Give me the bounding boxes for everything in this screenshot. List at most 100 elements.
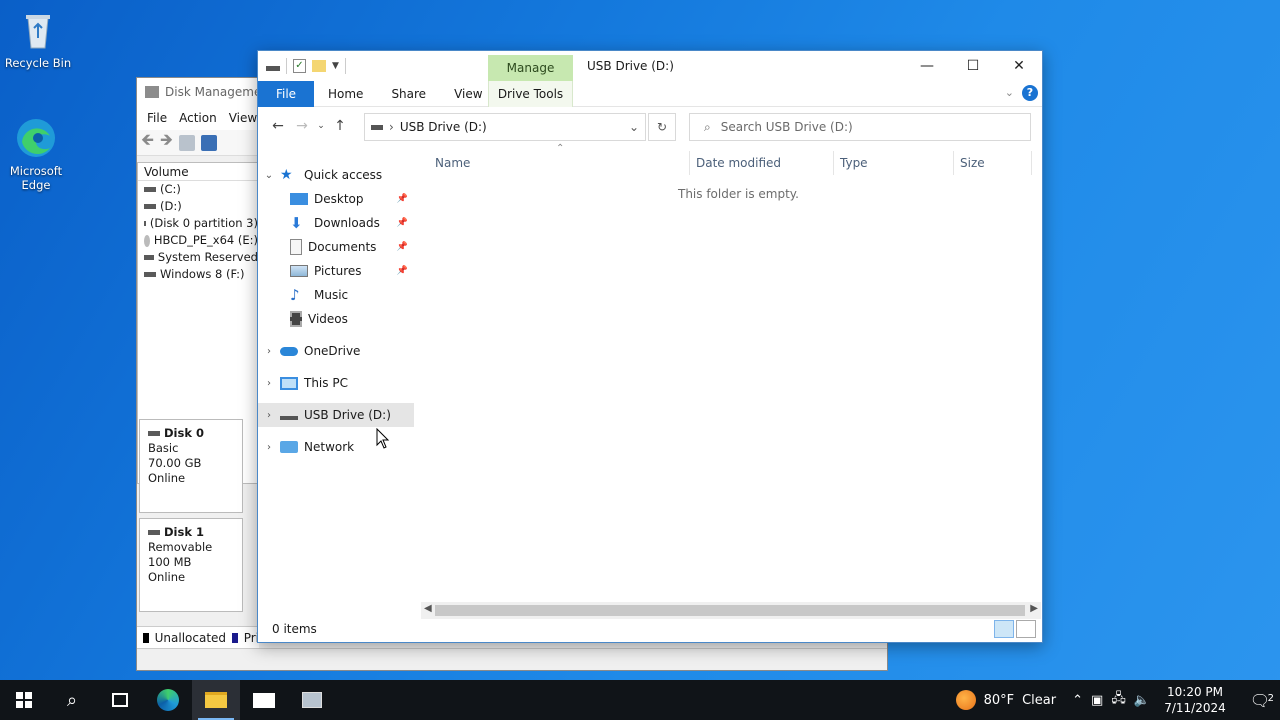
- maximize-button[interactable]: ☐: [950, 51, 996, 81]
- dm-app-icon: [145, 86, 159, 98]
- back-arrow-icon[interactable]: 🡸: [141, 129, 154, 156]
- file-explorer-window[interactable]: ✓ ▼ Manage USB Drive (D:) — ☐ ✕ File Hom…: [257, 50, 1043, 643]
- expand-chevron-icon[interactable]: ›: [258, 378, 280, 389]
- back-button[interactable]: ←: [266, 118, 290, 134]
- scrollbar-thumb[interactable]: [435, 605, 1025, 616]
- meet-now-icon[interactable]: ▣: [1091, 693, 1103, 708]
- address-box[interactable]: › USB Drive (D:) ⌄: [364, 113, 646, 141]
- disk-0-info[interactable]: Disk 0 Basic 70.00 GB Online: [139, 419, 243, 513]
- taskbar-edge[interactable]: [144, 680, 192, 720]
- help-icon[interactable]: ?: [1022, 85, 1038, 101]
- volume-row[interactable]: (C:): [138, 181, 258, 198]
- file-list-pane[interactable]: ⌃ Name Date modified Type Size This fold…: [423, 143, 1035, 607]
- volume-row[interactable]: Windows 8 (F:): [138, 266, 258, 283]
- nav-item-desktop[interactable]: Desktop 📌: [258, 187, 414, 211]
- dm-menu-action[interactable]: Action: [173, 111, 223, 125]
- window-controls: — ☐ ✕: [904, 51, 1042, 81]
- ribbon-tab-manage[interactable]: Manage: [488, 55, 573, 81]
- nav-item-documents[interactable]: Documents 📌: [258, 235, 414, 259]
- properties-checkbox-icon[interactable]: ✓: [293, 59, 306, 73]
- edge-icon: [14, 116, 58, 160]
- scroll-left-icon[interactable]: ◀: [424, 603, 432, 614]
- minimize-button[interactable]: —: [904, 51, 950, 81]
- ribbon-tab-home[interactable]: Home: [314, 81, 377, 107]
- expand-chevron-icon[interactable]: ›: [258, 442, 280, 453]
- dm-legend: Unallocated Pri: [137, 626, 259, 648]
- expand-chevron-icon[interactable]: ›: [258, 346, 280, 357]
- clock[interactable]: 10:20 PM 7/11/2024: [1158, 684, 1232, 716]
- volume-row[interactable]: System Reserved: [138, 249, 258, 266]
- notification-center-button[interactable]: 🗨 2: [1240, 691, 1280, 710]
- nav-onedrive[interactable]: › OneDrive: [258, 339, 414, 363]
- start-button[interactable]: [0, 680, 48, 720]
- up-button[interactable]: ↑: [328, 118, 352, 134]
- nav-item-music[interactable]: ♪ Music: [258, 283, 414, 307]
- customize-toolbar-icon[interactable]: ▼: [332, 61, 339, 71]
- weather-desc[interactable]: Clear: [1022, 693, 1056, 708]
- refresh-button[interactable]: ↻: [648, 113, 676, 141]
- recent-locations-icon[interactable]: ⌄: [314, 121, 328, 131]
- volume-row[interactable]: (D:): [138, 198, 258, 215]
- nav-item-pictures[interactable]: Pictures 📌: [258, 259, 414, 283]
- navigation-pane: ⌄ ★ Quick access Desktop 📌 ⬇ Downloads 📌…: [258, 159, 418, 614]
- weather-temp[interactable]: 80°F: [984, 693, 1015, 708]
- network-icon: [280, 441, 298, 453]
- drive-icon: [144, 187, 156, 192]
- large-icons-view-button[interactable]: [1016, 620, 1036, 638]
- details-view-button[interactable]: [994, 620, 1014, 638]
- breadcrumb-usb-drive[interactable]: USB Drive (D:): [400, 120, 487, 134]
- column-header-date-modified[interactable]: Date modified: [696, 151, 781, 175]
- desktop-icon-recycle-bin[interactable]: Recycle Bin: [2, 8, 74, 70]
- disk-icon: [148, 530, 160, 535]
- search-button[interactable]: ⌕: [48, 680, 96, 720]
- nav-quick-access[interactable]: ⌄ ★ Quick access: [258, 163, 414, 187]
- drive-icon: [144, 221, 146, 226]
- collapse-chevron-icon[interactable]: ⌄: [258, 170, 280, 181]
- show-hidden-icons-icon[interactable]: ⌃: [1072, 693, 1083, 708]
- disk-1-info[interactable]: Disk 1 Removable 100 MB Online: [139, 518, 243, 612]
- expand-chevron-icon[interactable]: ›: [258, 410, 280, 421]
- taskbar-file-explorer[interactable]: [192, 680, 240, 720]
- search-input[interactable]: ⌕ Search USB Drive (D:): [689, 113, 1031, 141]
- address-bar-row: ← → ⌄ ↑ › USB Drive (D:) ⌄ ↻ ⌕ Search US…: [258, 107, 1042, 145]
- volume-row[interactable]: HBCD_PE_x64 (E:): [138, 232, 258, 249]
- usb-drive-icon: [280, 416, 298, 420]
- dm-menu-file[interactable]: File: [141, 111, 173, 125]
- forward-arrow-icon[interactable]: 🡺: [160, 129, 173, 156]
- explorer-titlebar[interactable]: ✓ ▼ Manage USB Drive (D:) — ☐ ✕: [258, 51, 1042, 81]
- help-icon[interactable]: [201, 134, 217, 151]
- breadcrumb-chevron-icon[interactable]: ›: [389, 120, 394, 134]
- ribbon-tab-file[interactable]: File: [258, 80, 314, 107]
- quick-access-toolbar: ✓ ▼: [258, 58, 346, 74]
- scroll-right-icon[interactable]: ▶: [1030, 603, 1038, 614]
- taskbar-disk-management[interactable]: [288, 680, 336, 720]
- forward-button[interactable]: →: [290, 118, 314, 134]
- close-button[interactable]: ✕: [996, 51, 1042, 81]
- expand-ribbon-icon[interactable]: ⌄: [1005, 86, 1014, 99]
- nav-usb-drive[interactable]: › USB Drive (D:): [258, 403, 414, 427]
- dm-volume-header[interactable]: Volume: [138, 163, 258, 181]
- volume-row[interactable]: (Disk 0 partition 3): [138, 215, 258, 232]
- volume-icon[interactable]: 🔈: [1134, 693, 1150, 708]
- ribbon-tab-drive-tools[interactable]: Drive Tools: [488, 80, 573, 107]
- windows-logo-icon: [16, 692, 32, 708]
- ribbon-tab-share[interactable]: Share: [377, 81, 440, 107]
- weather-icon[interactable]: [955, 690, 976, 710]
- network-tray-icon[interactable]: 🖧: [1111, 689, 1126, 711]
- desktop-icon-edge[interactable]: Microsoft Edge: [0, 116, 72, 192]
- address-dropdown-icon[interactable]: ⌄: [623, 120, 645, 134]
- empty-folder-message: This folder is empty.: [678, 187, 799, 201]
- column-header-size[interactable]: Size: [960, 151, 985, 175]
- nav-item-videos[interactable]: Videos: [258, 307, 414, 331]
- column-header-type[interactable]: Type: [840, 151, 868, 175]
- nav-item-downloads[interactable]: ⬇ Downloads 📌: [258, 211, 414, 235]
- column-header-name[interactable]: Name: [435, 151, 470, 175]
- desktop-icon-label: Recycle Bin: [4, 56, 72, 70]
- folder-icon: [205, 692, 227, 708]
- taskbar-mail[interactable]: [240, 680, 288, 720]
- nav-network[interactable]: › Network: [258, 435, 414, 459]
- nav-this-pc[interactable]: › This PC: [258, 371, 414, 395]
- task-view-button[interactable]: [96, 680, 144, 720]
- new-folder-icon[interactable]: [312, 60, 326, 72]
- properties-icon[interactable]: [179, 134, 195, 151]
